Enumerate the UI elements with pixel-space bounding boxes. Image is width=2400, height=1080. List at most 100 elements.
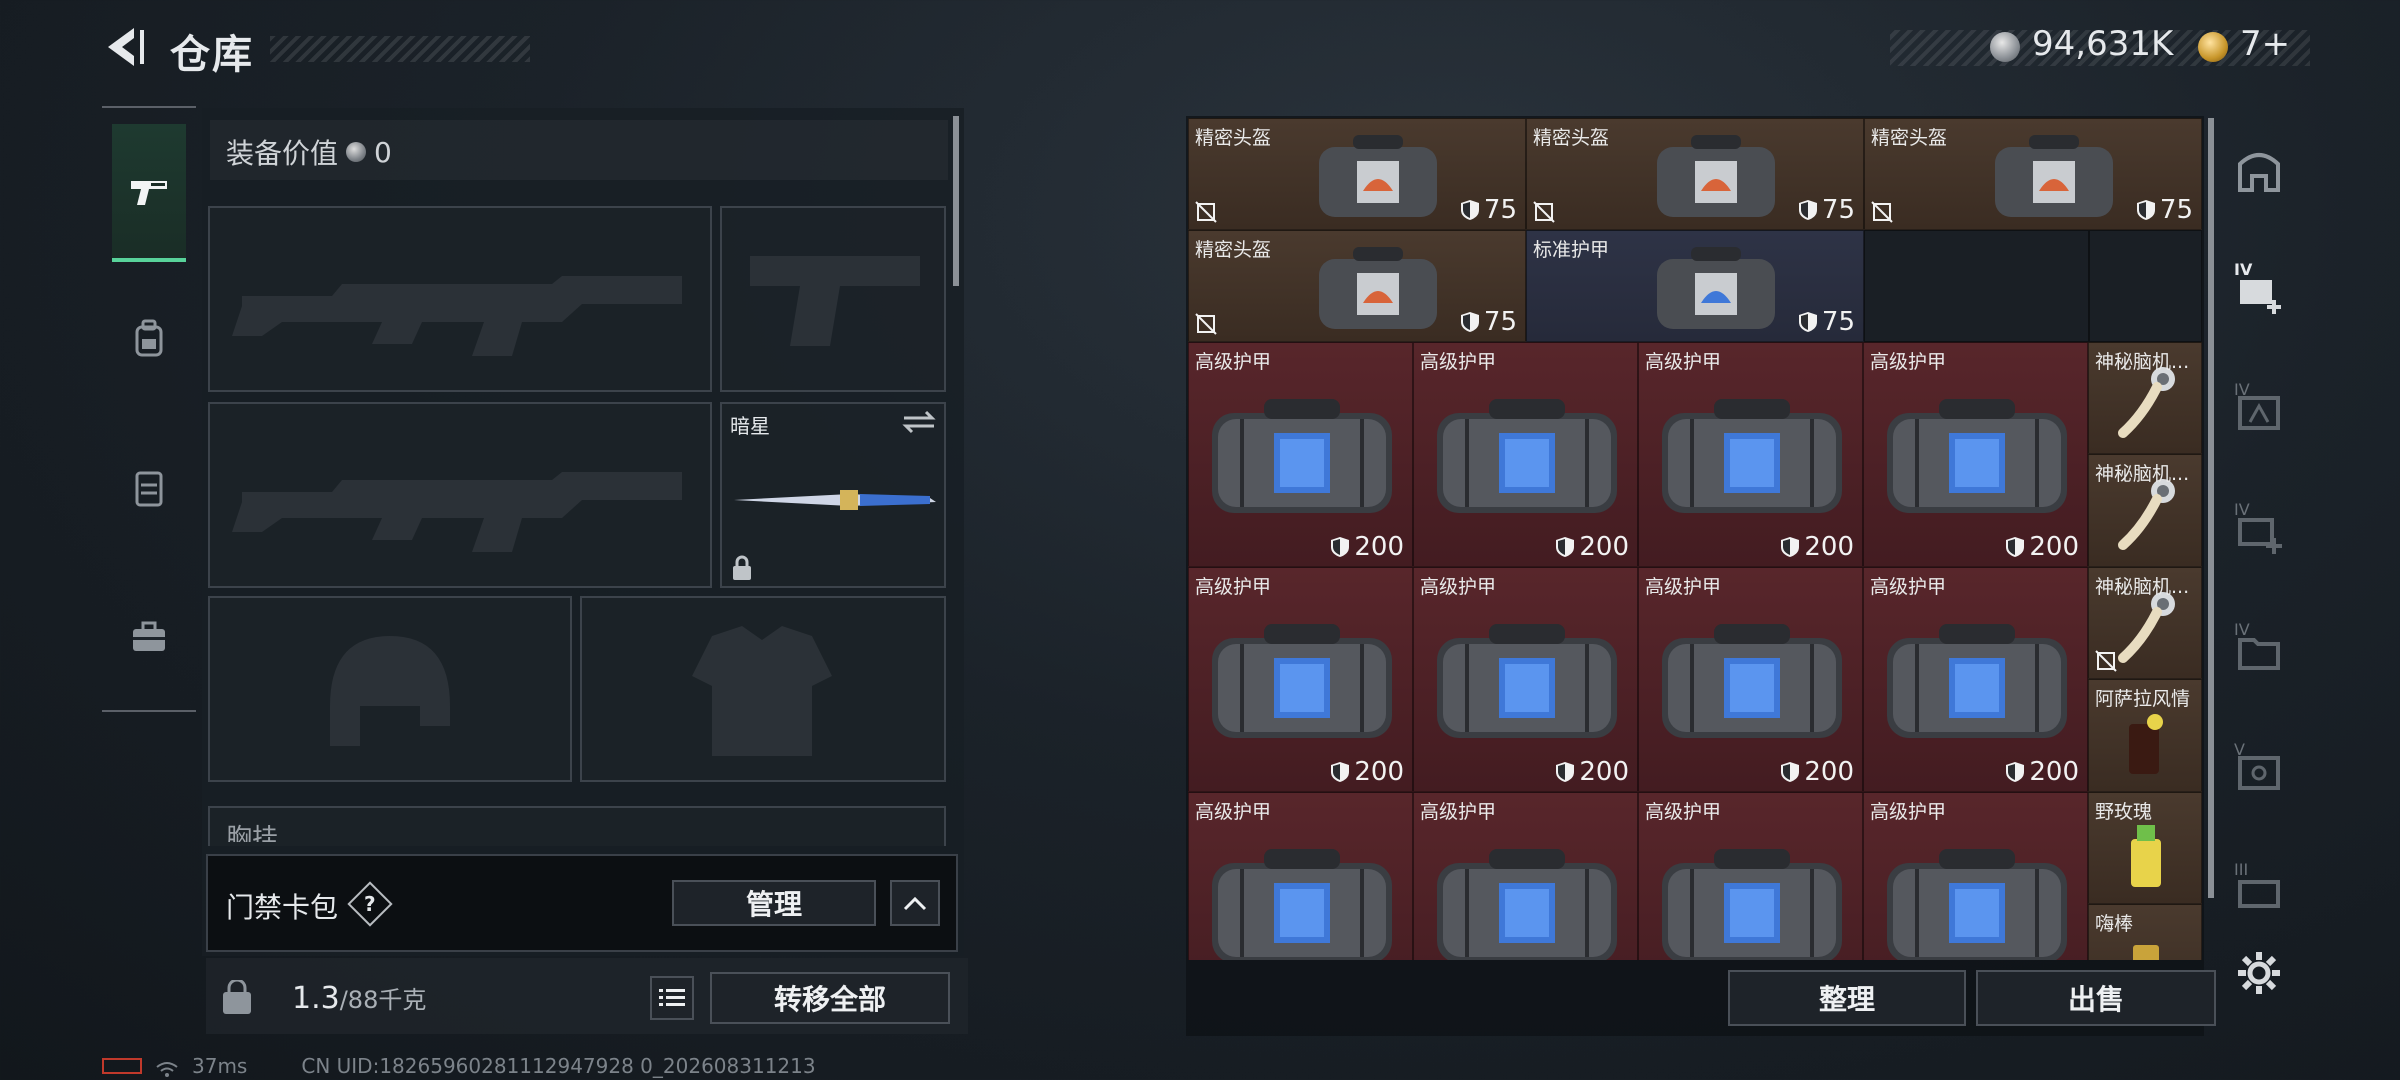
inventory-item[interactable]: 高级护甲 xyxy=(1188,792,1413,960)
durability-value: 200 xyxy=(2029,757,2079,787)
item-name: 阿萨拉风情 xyxy=(2095,688,2191,710)
tab-case[interactable] xyxy=(112,568,186,706)
helmet-slot[interactable] xyxy=(208,596,572,782)
durability-value: 200 xyxy=(1579,532,1629,562)
knife-icon xyxy=(734,490,936,510)
inventory-item[interactable]: 高级护甲 200 xyxy=(1413,567,1638,792)
weight-lock-icon xyxy=(223,980,251,1014)
item-durability: 200 xyxy=(1555,757,1629,787)
melee-name: 暗星 xyxy=(730,414,770,438)
inventory-grid: 精密头盔 75 精密头盔 75 精密头盔 75 精密头盔 75 标准护甲 75 高级护甲 200 高级护… xyxy=(1188,118,2202,960)
shield-icon xyxy=(1556,537,1575,557)
collapse-button[interactable] xyxy=(890,880,940,926)
swap-icon[interactable] xyxy=(902,410,936,434)
durability-value: 200 xyxy=(1354,757,1404,787)
inventory-item[interactable]: 高级护甲 200 xyxy=(1638,342,1863,567)
shield-icon xyxy=(1556,762,1575,782)
armor-slot[interactable] xyxy=(580,596,946,782)
inventory-item[interactable]: 精密头盔 75 xyxy=(1188,230,1526,342)
armor-bag-icon xyxy=(1886,399,2067,513)
shield-icon xyxy=(1331,537,1350,557)
inventory-item[interactable]: 高级护甲 200 xyxy=(1188,342,1413,567)
rail-item-4[interactable]: IV xyxy=(2234,620,2284,676)
inventory-item[interactable]: 精密头盔 75 xyxy=(1864,118,2202,230)
weight-current: 1.3 xyxy=(292,981,340,1016)
helmet-silhouette-icon xyxy=(330,636,450,746)
primary-weapon-slot[interactable] xyxy=(208,206,712,392)
no-trade-icon xyxy=(2095,650,2117,672)
lock-icon xyxy=(733,555,751,580)
inventory-scrollbar[interactable] xyxy=(2208,118,2214,898)
item-durability: 200 xyxy=(2005,757,2079,787)
inventory-item[interactable]: 高级护甲 200 xyxy=(1413,342,1638,567)
silver-balance: 94,631K xyxy=(2032,24,2174,64)
inventory-item[interactable]: 标准护甲 75 xyxy=(1526,230,1864,342)
sort-button[interactable]: 整理 xyxy=(1728,970,1966,1026)
armor-bag-icon xyxy=(1211,624,1392,738)
rail-item-2[interactable]: IV xyxy=(2234,380,2284,436)
inventory-item[interactable]: 高级护甲 200 xyxy=(1638,567,1863,792)
inventory-item[interactable]: 精密头盔 75 xyxy=(1526,118,1864,230)
inventory-item[interactable]: 阿萨拉风情 xyxy=(2088,679,2202,792)
inventory-item[interactable]: 野玫瑰 xyxy=(2088,792,2202,904)
rail-item-5[interactable]: V xyxy=(2234,740,2284,796)
transfer-all-button[interactable]: 转移全部 xyxy=(710,972,950,1024)
shield-icon xyxy=(1798,200,1817,220)
neural-cable-icon xyxy=(2118,367,2175,438)
tab-vest[interactable] xyxy=(112,420,186,558)
wifi-icon xyxy=(156,1058,178,1077)
item-name: 高级护甲 xyxy=(1195,576,1272,598)
gold-balance: 7+ xyxy=(2240,24,2291,64)
vest-icon xyxy=(135,471,163,507)
battery-icon xyxy=(102,1058,142,1074)
armor-bag-icon xyxy=(1657,247,1775,329)
helmet-bag-icon xyxy=(1319,135,1437,217)
equipment-value-label: 装备价值 xyxy=(226,137,339,170)
list-icon xyxy=(659,989,685,1006)
inventory-item[interactable]: 高级护甲 200 xyxy=(1863,342,2088,567)
inventory-item[interactable]: 嗨棒 xyxy=(2088,904,2202,960)
tab-weapons[interactable] xyxy=(112,124,186,262)
armor-silhouette-icon xyxy=(692,626,832,756)
item-name: 高级护甲 xyxy=(1870,351,1947,373)
inventory-item[interactable]: 高级护甲 200 xyxy=(1863,567,2088,792)
rail-tier: V xyxy=(2234,740,2245,759)
sell-button[interactable]: 出售 xyxy=(1976,970,2216,1026)
rail-item-3[interactable]: IV xyxy=(2234,500,2284,556)
inventory-item[interactable]: 神秘脑机... xyxy=(2088,342,2202,454)
inventory-item[interactable]: 精密头盔 75 xyxy=(1188,118,1526,230)
rail-item-6[interactable]: III xyxy=(2234,860,2284,916)
manage-button[interactable]: 管理 xyxy=(672,880,876,926)
no-trade-icon xyxy=(1533,201,1555,223)
inventory-item[interactable]: 高级护甲 xyxy=(1413,792,1638,960)
item-name: 高级护甲 xyxy=(1870,801,1947,823)
no-trade-icon xyxy=(1195,313,1217,335)
secondary-weapon-slot[interactable] xyxy=(208,402,712,588)
home-storage-icon[interactable] xyxy=(2234,146,2284,196)
item-durability: 75 xyxy=(1460,195,1517,225)
no-trade-icon xyxy=(1871,201,1893,223)
inventory-item[interactable]: 高级护甲 xyxy=(1863,792,2088,960)
rail-tier: III xyxy=(2234,860,2249,879)
back-button[interactable] xyxy=(100,24,146,70)
melee-slot[interactable]: 暗星 xyxy=(720,402,946,588)
sidearm-slot[interactable] xyxy=(720,206,946,392)
chest-rig-slot[interactable] xyxy=(208,806,946,846)
rail-item-1[interactable]: IV xyxy=(2234,260,2284,316)
tab-backpack[interactable] xyxy=(112,270,186,408)
category-tabs xyxy=(102,106,196,712)
gear-icon[interactable] xyxy=(2234,948,2284,998)
item-durability: 200 xyxy=(2005,532,2079,562)
inventory-item[interactable]: 高级护甲 xyxy=(1638,792,1863,960)
empty-slot[interactable] xyxy=(2089,230,2202,342)
armor-bag-icon xyxy=(1436,399,1617,513)
list-view-button[interactable] xyxy=(650,976,694,1020)
item-name: 高级护甲 xyxy=(1645,576,1722,598)
inventory-item[interactable]: 神秘脑机... xyxy=(2088,567,2202,679)
item-durability: 200 xyxy=(1330,532,1404,562)
equipment-scrollbar[interactable] xyxy=(953,116,959,286)
inventory-item[interactable]: 高级护甲 200 xyxy=(1188,567,1413,792)
inventory-item[interactable]: 神秘脑机... xyxy=(2088,454,2202,567)
highball-icon xyxy=(2133,945,2159,960)
empty-slot[interactable] xyxy=(1864,230,2089,342)
